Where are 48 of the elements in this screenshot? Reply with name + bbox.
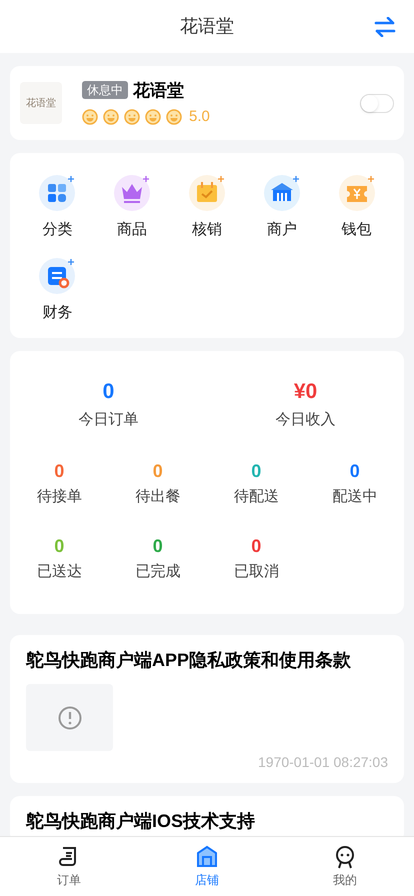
shop-icon [195, 844, 219, 868]
goods-icon [112, 173, 152, 213]
stat-value: ¥0 [294, 379, 318, 405]
stat-value: 0 [152, 534, 163, 558]
article-title: 鸵鸟快跑商户端IOS技术支持 [26, 810, 256, 833]
stat-value: 0 [251, 534, 262, 558]
swap-icon[interactable] [374, 17, 396, 37]
menu-item[interactable]: 财务 [20, 256, 95, 324]
stat-label: 已完成 [135, 562, 180, 582]
article-time: 1970-01-01 08:27:03 [258, 754, 388, 770]
category-icon [37, 173, 78, 213]
tab-item[interactable]: 订单 [0, 837, 138, 896]
article-card[interactable]: 鸵鸟快跑商户端IOS技术支持 [10, 796, 404, 836]
tab-item[interactable]: 我的 [276, 837, 414, 896]
store-logo: 花语堂 [20, 82, 62, 124]
menu-item[interactable]: 核销 [170, 173, 244, 242]
wallet-icon [336, 173, 377, 213]
menu-item[interactable]: 分类 [20, 173, 95, 242]
store-name: 花语堂 [133, 80, 184, 102]
alert-icon [58, 706, 82, 730]
stat-value: 0 [350, 460, 360, 482]
stat-value: 0 [152, 460, 163, 482]
verify-icon [186, 173, 227, 213]
status-badge: 休息中 [82, 81, 128, 100]
stat-value: 0 [102, 379, 114, 405]
stat-label: 待配送 [234, 487, 279, 508]
menu-item[interactable]: 商户 [244, 173, 320, 242]
menu-item[interactable]: 商品 [94, 173, 170, 242]
stat-value: 0 [251, 460, 262, 482]
stat-label: 今日收入 [276, 410, 336, 430]
tab-item[interactable]: 店铺 [138, 837, 276, 896]
rating-value: 5.0 [189, 107, 210, 127]
me-icon [333, 844, 357, 868]
toggle-switch[interactable] [360, 94, 394, 112]
menu-item[interactable]: 钱包 [319, 173, 394, 242]
merchant-icon [262, 173, 302, 213]
stat-label: 今日订单 [78, 410, 138, 430]
stat-label: 已取消 [234, 562, 279, 582]
page-title: 花语堂 [180, 15, 234, 38]
stat-label: 已送达 [36, 562, 82, 582]
stat-label: 配送中 [332, 487, 378, 508]
stat-label: 待接单 [36, 487, 82, 508]
article-card[interactable]: 鸵鸟快跑商户端APP隐私政策和使用条款 1970-01-01 08:27:03 [10, 635, 404, 783]
article-title: 鸵鸟快跑商户端APP隐私政策和使用条款 [26, 649, 352, 672]
finance-icon [37, 256, 78, 296]
stat-value: 0 [54, 460, 64, 482]
stat-value: 0 [54, 534, 64, 558]
stat-label: 待出餐 [135, 487, 180, 508]
